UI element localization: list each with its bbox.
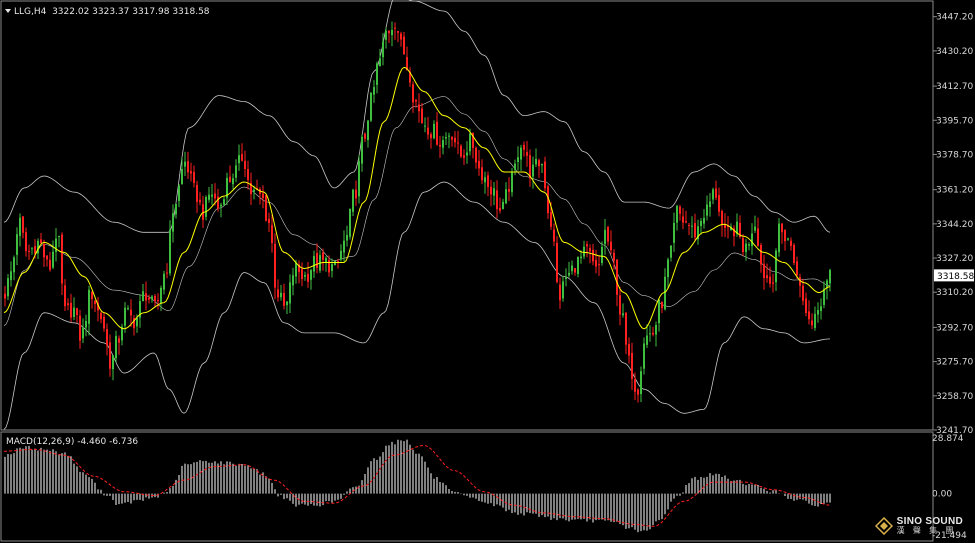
price-axis-label: 3275.70 [936,358,973,368]
candle [544,156,546,192]
symbol-ohlc-label: LLG,H4 3322.02 3323.37 3317.98 3318.58 [14,7,210,17]
macd-label: MACD(12,26,9) -4.460 -6.736 [6,437,138,447]
price-axis-label: 3344.20 [936,220,973,230]
macd-axis-label: 28.874 [932,434,964,444]
price-axis-label: 3292.70 [936,323,973,333]
price-axis-label: 3412.70 [936,82,973,92]
candle [556,236,558,284]
candle [205,195,207,221]
logo-name: SINO SOUND [896,516,963,527]
price-axis-label: 3327.20 [936,254,973,264]
price-axis-label: 3258.70 [936,392,973,402]
candle [793,243,795,266]
candle [265,195,267,222]
candle [358,155,360,204]
candle [370,92,372,122]
candle [778,218,780,257]
symbol-header: LLG,H4 3322.02 3323.37 3317.98 3318.58 [5,7,210,17]
chart-stage: 3447.20 3430.20 3412.70 3395.70 3378.70 3361.… [0,0,975,543]
price-axis-label: 3447.20 [936,13,973,23]
logo-diamond-icon [874,517,893,535]
price-axis-label: 3395.70 [936,116,973,126]
candle [349,208,351,240]
logo-subtitle: 漢 聲 集 團 [896,526,957,535]
last-price-value: 3318.58 [937,272,974,282]
price-axis-label: 3378.70 [936,150,973,160]
candle [460,144,462,159]
price-axis-label: 3310.20 [936,288,973,298]
chart-background [0,0,975,543]
sino-sound-logo: SINO SOUND 漢 聲 集 團 [874,516,963,535]
last-price-tag: 3318.58 [934,269,974,282]
price-axis-label: 3361.20 [936,186,973,196]
price-axis-label: 3430.20 [936,47,973,57]
macd-axis-label: 0.00 [932,490,952,500]
